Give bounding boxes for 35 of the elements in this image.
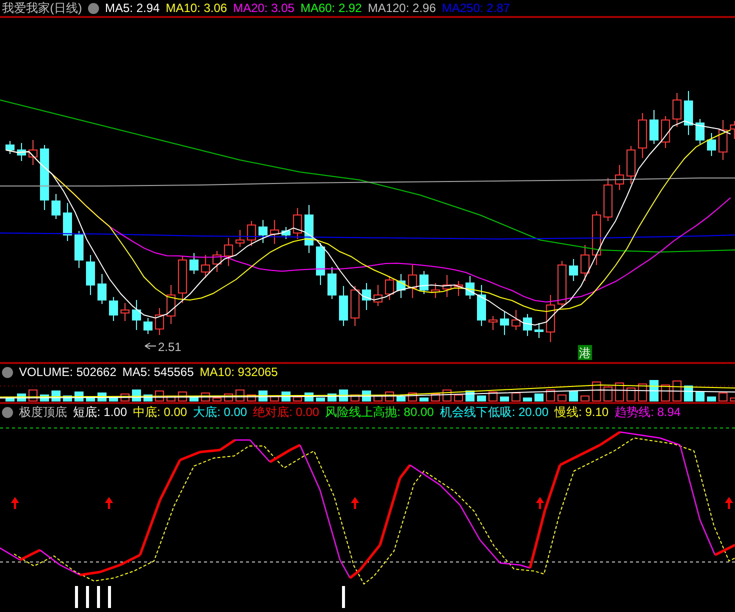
legend-item: MA5: 545565: [122, 365, 194, 379]
legend-item: 机会线下低吸: 20.00: [440, 404, 549, 420]
legend-item: MA5: 2.94: [105, 1, 160, 15]
legend-item: 风险线上高抛: 80.00: [325, 404, 434, 420]
legend-item: 中底: 0.00: [133, 404, 188, 420]
price-label: 2.51: [158, 340, 182, 354]
signal-bar: [108, 586, 111, 608]
legend-item: MA60: 2.92: [300, 1, 362, 15]
legend-item: MA10: 3.06: [166, 1, 228, 15]
indicator-title: 极度顶底: [19, 404, 67, 420]
up-arrow-icon: [11, 497, 19, 509]
dropdown-icon[interactable]: [2, 406, 13, 418]
legend-item: 趋势线: 8.94: [614, 404, 681, 420]
legend-item: MA250: 2.87: [442, 1, 510, 15]
up-arrow-icon: [105, 497, 113, 509]
legend-item: 绝对底: 0.00: [253, 404, 320, 420]
legend-item: 慢线: 9.10: [554, 404, 609, 420]
badge: 港: [578, 345, 592, 360]
legend-item: MA20: 3.05: [233, 1, 294, 15]
signal-bar: [75, 586, 78, 608]
chart-title: 我爱我家(日线): [2, 0, 82, 16]
up-arrow-icon: [725, 497, 733, 509]
dropdown-icon[interactable]: [88, 2, 99, 14]
legend-item: VOLUME: 502662: [19, 365, 116, 379]
legend-item: MA10: 932065: [200, 365, 278, 379]
up-arrow-icon: [536, 497, 544, 509]
signal-bar: [86, 586, 89, 608]
legend-item: 大底: 0.00: [193, 404, 248, 420]
signal-bar: [97, 586, 100, 608]
signal-bar: [342, 586, 345, 608]
left-arrow-icon: [144, 342, 156, 350]
dropdown-icon[interactable]: [2, 366, 13, 378]
legend-item: MA120: 2.96: [368, 1, 436, 15]
legend-item: 短底: 1.00: [73, 404, 128, 420]
up-arrow-icon: [351, 497, 359, 509]
